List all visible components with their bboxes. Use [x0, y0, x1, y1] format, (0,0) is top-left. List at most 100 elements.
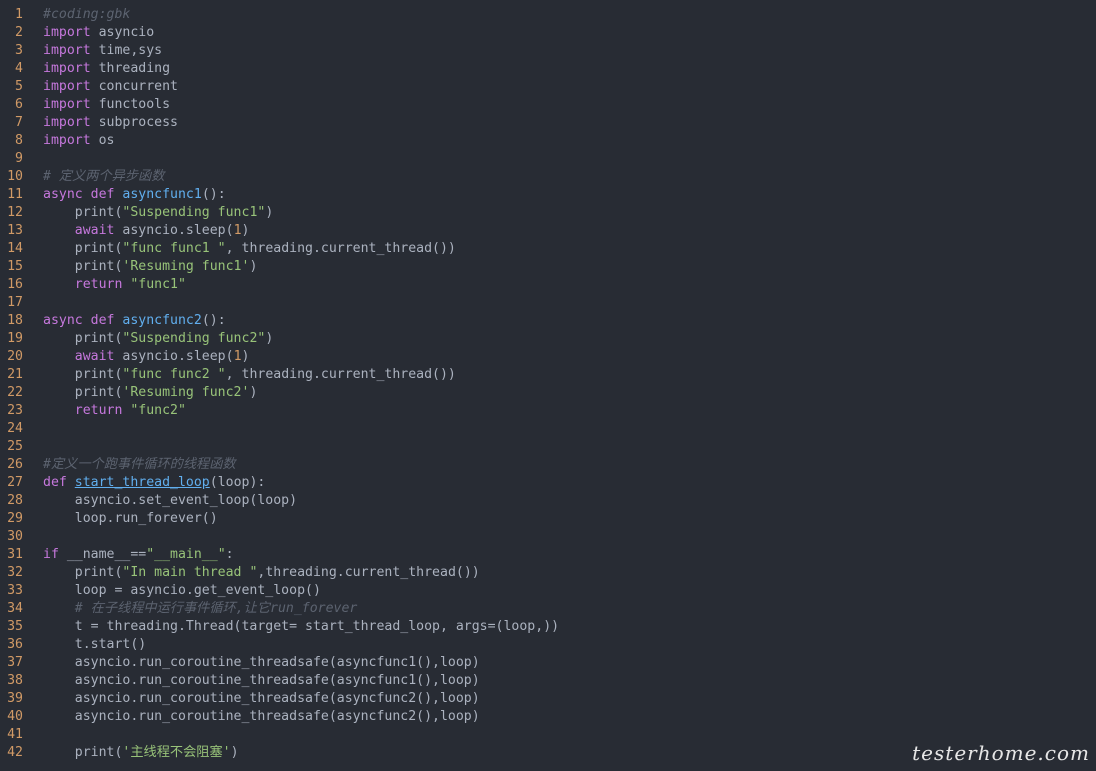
code-text: t = threading.Thread(target= start_threa… [43, 618, 559, 636]
line-number: 22 [7, 385, 23, 400]
code-token: "Suspending func1" [122, 205, 266, 220]
line-number: 16 [7, 277, 23, 292]
code-token: print( [43, 385, 123, 400]
code-editor: 1 #coding:gbk 2 import asyncio 3 import time,… [0, 0, 1096, 771]
code-token: start_thread_loop [74, 475, 210, 490]
code-line: 21 print("func func2 ", threading.curren… [0, 366, 1096, 384]
code-token: asyncio.run_coroutine_threadsafe(asyncfu… [43, 709, 480, 724]
line-number: 25 [7, 439, 23, 454]
code-line: 27 def start_thread_loop(loop): [0, 474, 1096, 492]
code-token: def [43, 475, 75, 490]
line-number: 20 [7, 349, 23, 364]
code-token: asyncio.set_event_loop(loop) [43, 493, 298, 508]
code-line: 37 asyncio.run_coroutine_threadsafe(asyn… [0, 654, 1096, 672]
code-line: 10 # 定义两个异步函数 [0, 168, 1096, 186]
code-line: 23 return "func2" [0, 402, 1096, 420]
code-text: #coding:gbk [43, 6, 130, 24]
code-text: asyncio.run_coroutine_threadsafe(asyncfu… [43, 690, 480, 708]
code-token: asyncfunc2 [122, 313, 202, 328]
code-token: import [43, 115, 91, 130]
code-token: import [43, 43, 91, 58]
line-number: 39 [7, 691, 23, 706]
code-token: #coding:gbk [43, 7, 131, 22]
code-text: # 定义两个异步函数 [43, 168, 164, 186]
code-token: asyncio.run_coroutine_threadsafe(asyncfu… [43, 691, 480, 706]
code-text: print("func func1 ", threading.current_t… [43, 240, 456, 258]
line-number: 33 [7, 583, 23, 598]
code-text: import threading [43, 60, 170, 78]
code-text: print('Resuming func2') [43, 384, 258, 402]
code-token: import [43, 61, 91, 76]
code-token: loop.run_forever() [43, 511, 218, 526]
code-token: print( [43, 205, 123, 220]
code-token: functools [90, 97, 171, 112]
code-token: import [43, 97, 91, 112]
code-line: 5 import concurrent [0, 78, 1096, 96]
code-token: # 在子线程中运行事件循环,让它run_forever [43, 601, 358, 616]
code-token: "func func2 " [122, 367, 226, 382]
line-number: 13 [7, 223, 23, 238]
line-number: 1 [15, 7, 23, 22]
code-token: print( [43, 241, 123, 256]
code-token: async def [43, 313, 123, 328]
code-token: return [74, 277, 123, 292]
line-number: 34 [7, 601, 23, 616]
code-text: return "func1" [43, 276, 186, 294]
line-number: 9 [15, 151, 23, 166]
code-text: if __name__=="__main__": [43, 546, 234, 564]
code-text: print("Suspending func2") [43, 330, 274, 348]
line-number: 7 [15, 115, 23, 130]
code-token: '主线程不会阻塞' [122, 745, 231, 760]
code-token: __name__== [58, 547, 147, 562]
code-token: "func1" [130, 277, 186, 292]
code-text: import os [43, 132, 114, 150]
code-token: asyncio.run_coroutine_threadsafe(asyncfu… [43, 673, 480, 688]
code-token: ) [230, 745, 239, 760]
code-token: 1 [233, 223, 242, 238]
line-number: 5 [15, 79, 23, 94]
line-number: 38 [7, 673, 23, 688]
code-text: asyncio.run_coroutine_threadsafe(asyncfu… [43, 708, 480, 726]
line-number: 40 [7, 709, 23, 724]
code-line: 19 print("Suspending func2") [0, 330, 1096, 348]
code-text: return "func2" [43, 402, 186, 420]
code-text: import subprocess [43, 114, 178, 132]
code-token: (loop): [209, 475, 266, 490]
code-token: threading [90, 61, 171, 76]
code-token: t = threading.Thread(target= start_threa… [43, 619, 560, 634]
code-text: print('主线程不会阻塞') [43, 744, 239, 762]
code-text: asyncio.set_event_loop(loop) [43, 492, 297, 510]
code-token: ) [241, 223, 250, 238]
code-text: loop.run_forever() [43, 510, 218, 528]
code-line: 12 print("Suspending func1") [0, 204, 1096, 222]
code-text: import time,sys [43, 42, 162, 60]
code-token: import [43, 133, 91, 148]
code-token: , threading.current_thread()) [225, 241, 456, 256]
code-text: async def asyncfunc2(): [43, 312, 226, 330]
code-line: 34 # 在子线程中运行事件循环,让它run_forever [0, 600, 1096, 618]
code-text: #定义一个跑事件循环的线程函数 [43, 456, 236, 474]
code-token: print( [43, 367, 123, 382]
line-number: 26 [7, 457, 23, 472]
code-token: 1 [233, 349, 242, 364]
line-number: 14 [7, 241, 23, 256]
code-line: 25 [0, 438, 1096, 456]
code-token: "func2" [130, 403, 186, 418]
line-number: 24 [7, 421, 23, 436]
code-token: ) [265, 331, 274, 346]
code-token: return [74, 403, 123, 418]
code-token: await [74, 223, 115, 238]
code-line: 22 print('Resuming func2') [0, 384, 1096, 402]
code-text: t.start() [43, 636, 146, 654]
code-token: (): [201, 187, 226, 202]
line-number: 42 [7, 745, 23, 760]
line-number: 37 [7, 655, 23, 670]
line-number: 17 [7, 295, 23, 310]
line-number: 31 [7, 547, 23, 562]
code-line: 38 asyncio.run_coroutine_threadsafe(asyn… [0, 672, 1096, 690]
line-number: 35 [7, 619, 23, 634]
line-number: 32 [7, 565, 23, 580]
code-token: ) [241, 349, 250, 364]
code-token: ) [249, 385, 258, 400]
